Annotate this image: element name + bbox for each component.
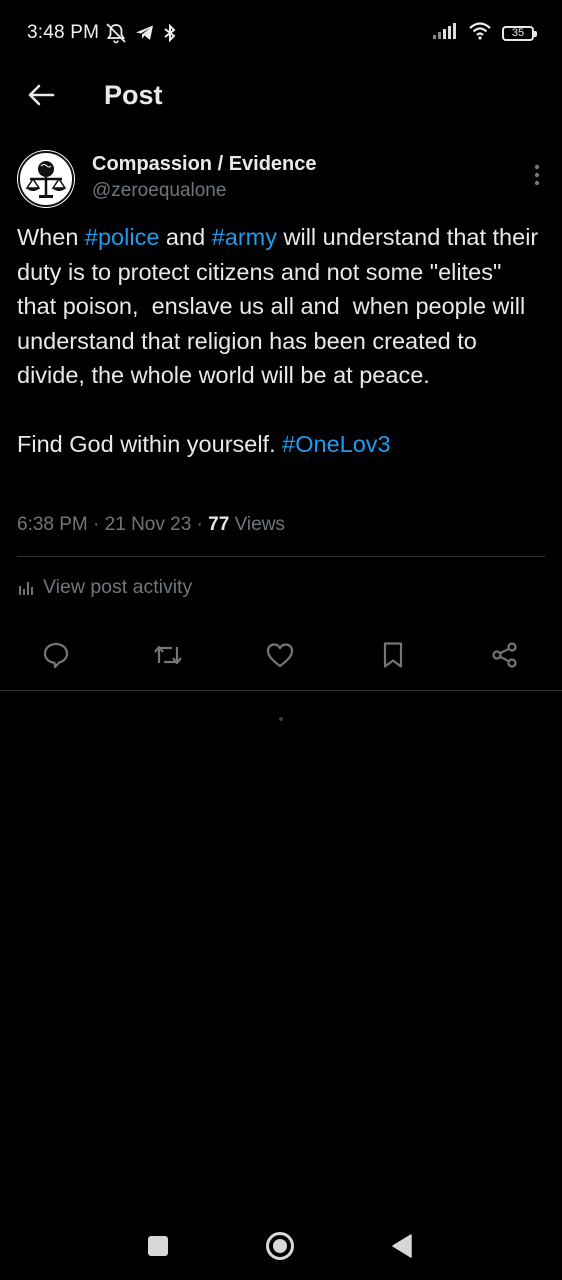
analytics-icon: [19, 581, 33, 595]
post-text: When #police and #army will understand t…: [17, 220, 542, 462]
heart-icon: [266, 643, 294, 668]
post-meta: 6:38 PM · 21 Nov 23 · 77 Views: [17, 514, 285, 536]
post-date[interactable]: 21 Nov 23: [105, 514, 192, 535]
repost-button[interactable]: [148, 635, 188, 675]
status-time: 3:48 PM: [27, 22, 100, 43]
mute-bell-icon: [104, 22, 128, 49]
status-bar: 3:48 PM 35: [0, 0, 562, 66]
view-post-activity-label: View post activity: [43, 576, 193, 598]
battery-icon: 35: [502, 26, 537, 41]
bookmark-button[interactable]: [373, 635, 413, 675]
page-title: Post: [104, 80, 163, 110]
back-nav-button[interactable]: [385, 1229, 419, 1263]
more-options-button[interactable]: [525, 162, 549, 188]
post-author-row: Compassion / Evidence @zeroequalone: [17, 150, 547, 210]
share-button[interactable]: [485, 635, 525, 675]
hashtag-link-onelov3[interactable]: #OneLov3: [282, 431, 390, 457]
wifi-icon: [468, 22, 492, 45]
view-post-activity-button[interactable]: View post activity: [17, 576, 192, 599]
post-time[interactable]: 6:38 PM: [17, 514, 88, 535]
meta-separator: ·: [191, 514, 209, 535]
more-vertical-icon: [534, 164, 540, 186]
comment-icon: [43, 642, 69, 669]
like-button[interactable]: [260, 635, 300, 675]
arrow-left-icon: [28, 84, 55, 106]
hashtag-link-police[interactable]: #police: [85, 224, 159, 250]
divider: [0, 690, 562, 691]
back-button[interactable]: [22, 76, 60, 114]
signal-icon: [432, 23, 458, 44]
share-icon: [492, 642, 517, 668]
post-text-part: and: [159, 224, 212, 250]
telegram-icon: [135, 24, 155, 47]
post-text-part: When: [17, 224, 85, 250]
scales-globe-logo-icon: [18, 151, 74, 207]
triangle-back-icon: [392, 1234, 412, 1258]
home-button[interactable]: [263, 1229, 297, 1263]
system-navigation-bar: [0, 1215, 562, 1280]
views-label[interactable]: Views: [229, 514, 285, 535]
home-circle-icon: [266, 1232, 294, 1260]
author-handle[interactable]: @zeroequalone: [92, 180, 226, 202]
top-app-bar: Post: [0, 66, 562, 128]
square-icon: [148, 1236, 168, 1256]
hashtag-link-army[interactable]: #army: [212, 224, 277, 250]
bluetooth-like-icon: [162, 23, 178, 47]
avatar[interactable]: [17, 150, 75, 208]
reply-button[interactable]: [36, 635, 76, 675]
divider: [17, 556, 545, 557]
loading-indicator: [279, 717, 283, 721]
status-right-icons: 35: [432, 22, 537, 45]
author-display-name[interactable]: Compassion / Evidence: [92, 153, 317, 176]
status-left-icons: [104, 22, 178, 49]
views-count[interactable]: 77: [208, 514, 229, 535]
repost-icon: [154, 645, 182, 665]
bookmark-icon: [383, 642, 403, 668]
post-text-part: will understand that their duty is to pr…: [17, 224, 539, 457]
recent-apps-button[interactable]: [141, 1229, 175, 1263]
meta-separator: ·: [87, 514, 105, 535]
post-actions-bar: [0, 635, 562, 677]
